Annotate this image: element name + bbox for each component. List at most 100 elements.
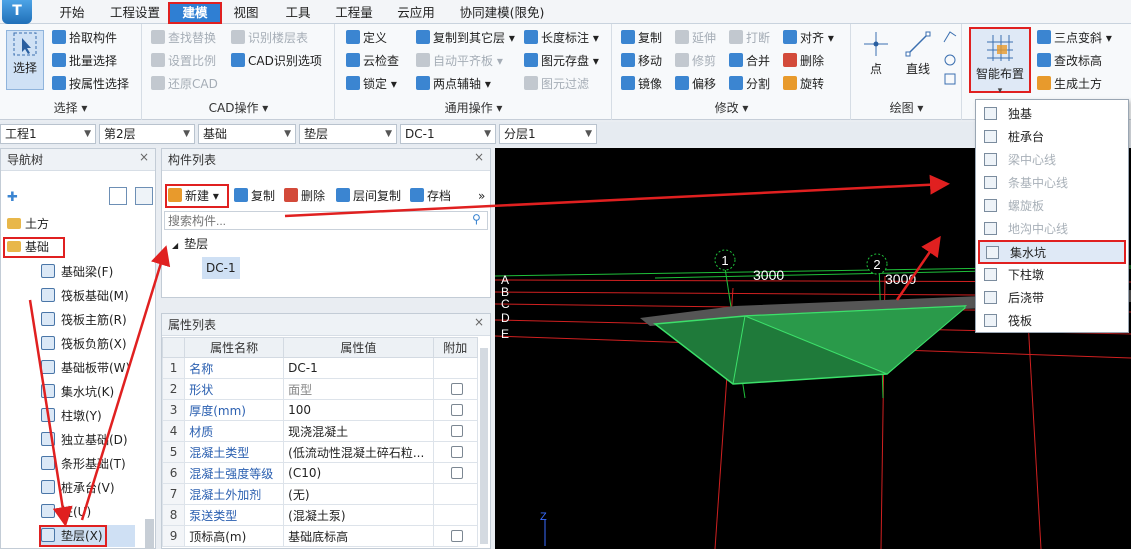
align-button[interactable]: 对齐 ▾ bbox=[783, 28, 834, 48]
component-tree-child[interactable]: DC-1 bbox=[202, 257, 240, 279]
length-dimension-button[interactable]: 长度标注 ▾ bbox=[524, 28, 599, 48]
component-search-input[interactable] bbox=[164, 211, 488, 230]
select-by-attr-button[interactable]: 按属性选择 bbox=[52, 74, 129, 94]
draw-shapes-icon[interactable] bbox=[942, 28, 958, 88]
tree-item-raft-main-rebar[interactable]: 筏板主筋(R) bbox=[41, 309, 127, 331]
close-icon[interactable]: × bbox=[474, 150, 484, 164]
three-point-slope-button[interactable]: 三点变斜 ▾ bbox=[1037, 28, 1112, 48]
tab-collab-modeling[interactable]: 协同建模(限免) bbox=[452, 3, 552, 22]
trim-button[interactable]: 修剪 bbox=[675, 51, 716, 71]
table-row[interactable]: 9 顶标高(m) 基础底标高 bbox=[161, 525, 479, 547]
check-elevation-button[interactable]: 查改标高 bbox=[1037, 51, 1102, 71]
table-row[interactable]: 2 形状 面型 bbox=[161, 378, 479, 400]
smart-layout-button[interactable]: 智能布置 ▾ bbox=[969, 27, 1031, 96]
interlayer-copy-button[interactable]: 层间复制 bbox=[336, 186, 401, 206]
property-value[interactable]: (低流动性混凝土碎石粒... bbox=[283, 441, 434, 463]
property-value[interactable]: 面型 bbox=[283, 378, 434, 400]
tab-cloud[interactable]: 云应用 bbox=[390, 3, 442, 22]
property-value[interactable]: 现浇混凝土 bbox=[283, 420, 434, 442]
tree-item-sump-pit[interactable]: 集水坑(K) bbox=[41, 381, 114, 403]
cloud-check-button[interactable]: 云检查 bbox=[346, 51, 399, 71]
project-select[interactable]: 工程1 ▼ bbox=[0, 124, 96, 144]
tab-project-settings[interactable]: 工程设置 bbox=[104, 3, 166, 22]
tree-item-raft-neg-rebar[interactable]: 筏板负筋(X) bbox=[41, 333, 127, 355]
tree-item-pile[interactable]: 桩(U) bbox=[41, 501, 91, 523]
checkbox[interactable] bbox=[451, 530, 464, 542]
tree-item-earthwork[interactable]: 土方 bbox=[7, 213, 49, 235]
generate-earthwork-button[interactable]: 生成土方 bbox=[1037, 74, 1102, 94]
type-select[interactable]: 垫层 ▼ bbox=[299, 124, 397, 144]
tree-item-foundation-strip[interactable]: 基础板带(W) bbox=[41, 357, 130, 379]
tab-modeling[interactable]: 建模 bbox=[168, 2, 222, 24]
tab-view[interactable]: 视图 bbox=[226, 3, 266, 22]
group-select-label[interactable]: 选择 ▾ bbox=[0, 99, 141, 116]
tree-item-isolated-footing[interactable]: 独立基础(D) bbox=[41, 429, 128, 451]
draw-line-button[interactable]: 直线 bbox=[900, 30, 936, 77]
add-icon[interactable]: ✚ bbox=[7, 190, 18, 205]
copy-component-button[interactable]: 复制 bbox=[234, 186, 275, 206]
offset-button[interactable]: 偏移 bbox=[675, 74, 716, 94]
dropdown-item-trench-centerline[interactable]: 地沟中心线 bbox=[978, 218, 1126, 240]
table-row[interactable]: 4 材质 现浇混凝土 bbox=[161, 420, 479, 442]
tab-start[interactable]: 开始 bbox=[52, 3, 92, 22]
extend-button[interactable]: 延伸 bbox=[675, 28, 716, 48]
move-button[interactable]: 移动 bbox=[621, 51, 662, 71]
component-tree-parent[interactable]: ◢ 垫层 bbox=[172, 233, 208, 255]
checkbox[interactable] bbox=[451, 425, 464, 437]
property-value[interactable]: (C10) bbox=[283, 462, 434, 484]
tree-item-foundation[interactable]: 基础 bbox=[7, 236, 49, 258]
group-modify-label[interactable]: 修改 ▾ bbox=[613, 99, 850, 116]
table-row[interactable]: 7 混凝土外加剂 (无) bbox=[161, 483, 479, 505]
group-draw-label[interactable]: 绘图 ▾ bbox=[852, 99, 961, 116]
copy-to-other-layer-button[interactable]: 复制到其它层 ▾ bbox=[416, 28, 515, 48]
table-row[interactable]: 5 混凝土类型 (低流动性混凝土碎石粒... bbox=[161, 441, 479, 463]
tree-item-cushion[interactable]: 垫层(X) bbox=[41, 525, 135, 547]
element-filter-button[interactable]: 图元过滤 bbox=[524, 74, 589, 94]
tree-item-pile-cap[interactable]: 桩承台(V) bbox=[41, 477, 115, 499]
sublayer-select[interactable]: 分层1 ▼ bbox=[499, 124, 597, 144]
dropdown-item-spiral-slab[interactable]: 螺旋板 bbox=[978, 195, 1126, 217]
checkbox[interactable] bbox=[451, 404, 464, 416]
property-value[interactable]: (无) bbox=[283, 483, 434, 505]
archive-button[interactable]: 存档 bbox=[410, 186, 451, 206]
tab-quantities[interactable]: 工程量 bbox=[328, 3, 380, 22]
checkbox[interactable] bbox=[451, 383, 464, 395]
property-scrollbar[interactable] bbox=[480, 348, 488, 544]
category-select[interactable]: 基础 ▼ bbox=[198, 124, 296, 144]
split-button[interactable]: 分割 bbox=[729, 74, 770, 94]
dropdown-item-sump-pit[interactable]: 集水坑 bbox=[978, 240, 1126, 264]
nav-scrollbar[interactable] bbox=[145, 519, 154, 549]
mirror-button[interactable]: 镜像 bbox=[621, 74, 662, 94]
close-icon[interactable]: × bbox=[139, 150, 149, 164]
property-value[interactable]: DC-1 bbox=[283, 357, 434, 379]
break-button[interactable]: 打断 bbox=[729, 28, 770, 48]
tree-item-foundation-beam[interactable]: 基础梁(F) bbox=[41, 261, 113, 283]
define-button[interactable]: 定义 bbox=[346, 28, 387, 48]
more-tools-button[interactable]: » bbox=[478, 186, 485, 206]
app-logo[interactable]: T bbox=[2, 0, 32, 24]
checkbox[interactable] bbox=[451, 467, 464, 479]
checkbox[interactable] bbox=[451, 446, 464, 458]
group-cad-label[interactable]: CAD操作 ▾ bbox=[143, 99, 334, 116]
element-save-button[interactable]: 图元存盘 ▾ bbox=[524, 51, 599, 71]
property-value[interactable]: (混凝土泵) bbox=[283, 504, 434, 526]
delete-button[interactable]: 删除 bbox=[783, 51, 824, 71]
dropdown-item-raft[interactable]: 筏板 bbox=[978, 310, 1126, 332]
dropdown-item-lower-pier[interactable]: 下柱墩 bbox=[978, 264, 1126, 286]
batch-select-button[interactable]: 批量选择 bbox=[52, 51, 117, 71]
dropdown-item-strip-centerline[interactable]: 条基中心线 bbox=[978, 172, 1126, 194]
new-component-button[interactable]: 新建 ▾ bbox=[168, 186, 219, 206]
tree-item-column-pier[interactable]: 柱墩(Y) bbox=[41, 405, 102, 427]
two-point-axis-button[interactable]: 两点辅轴 ▾ bbox=[416, 74, 491, 94]
tab-tools[interactable]: 工具 bbox=[278, 3, 318, 22]
dropdown-item-beam-centerline[interactable]: 梁中心线 bbox=[978, 149, 1126, 171]
copy-button[interactable]: 复制 bbox=[621, 28, 662, 48]
dropdown-item-pile-cap[interactable]: 桩承台 bbox=[978, 126, 1126, 148]
cad-options-button[interactable]: CAD识别选项 bbox=[231, 51, 322, 71]
pick-component-button[interactable]: 拾取构件 bbox=[52, 28, 117, 48]
table-row[interactable]: 3 厚度(mm) 100 bbox=[161, 399, 479, 421]
tree-item-strip-footing[interactable]: 条形基础(T) bbox=[41, 453, 126, 475]
dropdown-item-post-cast-strip[interactable]: 后浇带 bbox=[978, 287, 1126, 309]
auto-level-slab-button[interactable]: 自动平齐板 ▾ bbox=[416, 51, 503, 71]
identify-floor-table-button[interactable]: 识别楼层表 bbox=[231, 28, 308, 48]
